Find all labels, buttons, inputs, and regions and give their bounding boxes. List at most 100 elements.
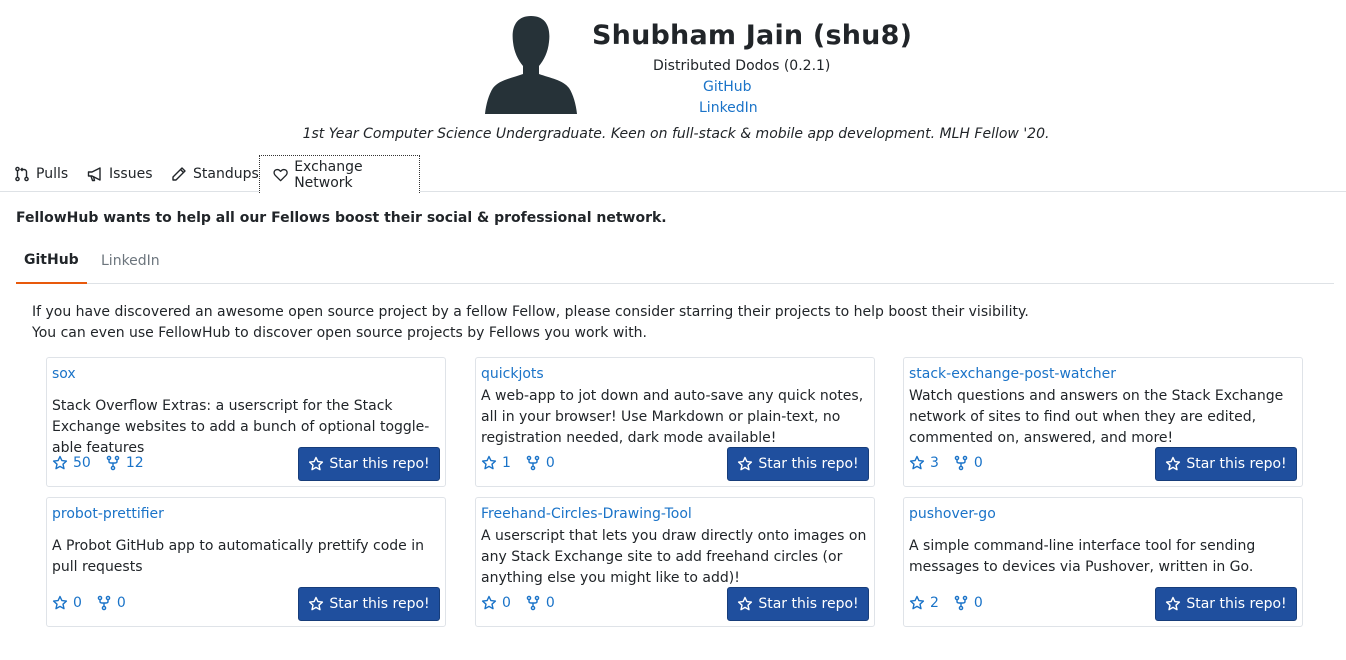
subtab-linkedin[interactable]: LinkedIn — [101, 238, 160, 284]
pencil-icon — [172, 166, 186, 181]
star-count-value: 1 — [502, 455, 511, 471]
repo-description: A web-app to jot down and auto-save any … — [481, 388, 864, 446]
star-repo-button-label: Star this repo! — [758, 456, 859, 472]
repo-stats: 0 0 — [52, 595, 140, 611]
star-repo-button[interactable]: Star this repo! — [298, 447, 440, 481]
repo-stats: 2 0 — [909, 595, 997, 611]
fork-count: 0 — [525, 455, 555, 471]
star-count-value: 2 — [930, 595, 939, 611]
fork-count: 12 — [105, 455, 144, 471]
repo-name-link[interactable]: pushover-go — [909, 506, 996, 522]
linkedin-profile-link[interactable]: LinkedIn — [699, 100, 758, 116]
repo-stats: 50 12 — [52, 455, 158, 471]
fork-count-value: 0 — [973, 455, 983, 471]
star-count: 1 — [481, 455, 511, 471]
star-icon — [909, 455, 925, 470]
fork-count-value: 12 — [125, 455, 144, 471]
megaphone-icon — [87, 166, 101, 181]
star-icon — [738, 456, 753, 471]
fork-count: 0 — [525, 595, 555, 611]
star-icon — [309, 596, 324, 611]
repo-card: stack-exchange-post-watcher Watch questi… — [903, 357, 1303, 487]
star-count: 0 — [481, 595, 511, 611]
fork-icon — [954, 595, 968, 611]
star-count: 0 — [52, 595, 82, 611]
star-count-value: 0 — [73, 595, 82, 611]
tab-standups[interactable]: Standups — [171, 155, 259, 192]
repo-stats: 0 0 — [481, 595, 569, 611]
fork-count: 0 — [953, 455, 983, 471]
fork-icon — [106, 455, 120, 471]
section-description: If you have discovered an awesome open s… — [32, 302, 1029, 344]
team-label: Distributed Dodos (0.2.1) — [653, 58, 831, 74]
star-repo-button-label: Star this repo! — [1186, 456, 1287, 472]
fork-icon — [97, 595, 111, 611]
repo-name-link[interactable]: probot-prettifier — [52, 506, 164, 522]
description-line: If you have discovered an awesome open s… — [32, 304, 1029, 320]
star-repo-button[interactable]: Star this repo! — [1155, 587, 1297, 621]
tab-issues[interactable]: Issues — [87, 155, 153, 192]
star-count: 2 — [909, 595, 939, 611]
avatar — [485, 16, 577, 114]
section-intro: FellowHub wants to help all our Fellows … — [16, 210, 667, 226]
repo-stats: 1 0 — [481, 455, 569, 471]
pull-request-icon — [15, 166, 29, 181]
github-profile-link[interactable]: GitHub — [703, 79, 752, 95]
repo-name-link[interactable]: stack-exchange-post-watcher — [909, 366, 1116, 382]
repo-name-link[interactable]: sox — [52, 366, 76, 382]
network-subtabs: GitHub LinkedIn — [16, 238, 1334, 284]
repo-description: A simple command-line interface tool for… — [909, 538, 1256, 575]
star-repo-button-label: Star this repo! — [1186, 596, 1287, 612]
tab-pulls-label: Pulls — [36, 165, 69, 182]
repo-card: quickjots A web-app to jot down and auto… — [475, 357, 875, 487]
tab-issues-label: Issues — [109, 165, 153, 182]
star-icon — [738, 596, 753, 611]
star-repo-button[interactable]: Star this repo! — [298, 587, 440, 621]
star-icon — [481, 455, 497, 470]
star-repo-button[interactable]: Star this repo! — [727, 587, 869, 621]
repo-description: Watch questions and answers on the Stack… — [909, 388, 1284, 446]
fork-count: 0 — [96, 595, 126, 611]
repo-stats: 3 0 — [909, 455, 997, 471]
star-count-value: 50 — [73, 455, 91, 471]
fork-icon — [526, 455, 540, 471]
fork-count-value: 0 — [545, 595, 555, 611]
heart-icon — [273, 168, 288, 181]
star-icon — [52, 455, 68, 470]
tab-exchange-label: Exchange Network — [294, 158, 363, 191]
fork-count: 0 — [953, 595, 983, 611]
repo-name-link[interactable]: quickjots — [481, 366, 544, 382]
star-count-value: 3 — [930, 455, 939, 471]
profile-bio: 1st Year Computer Science Undergraduate.… — [302, 126, 1050, 142]
subtab-github[interactable]: GitHub — [16, 238, 87, 284]
star-icon — [481, 595, 497, 610]
profile-name: Shubham Jain (shu8) — [592, 20, 913, 51]
star-repo-button-label: Star this repo! — [329, 456, 430, 472]
star-repo-button-label: Star this repo! — [758, 596, 859, 612]
star-repo-button[interactable]: Star this repo! — [1155, 447, 1297, 481]
profile-header: Shubham Jain (shu8) Distributed Dodos (0… — [0, 0, 1346, 150]
star-repo-button-label: Star this repo! — [329, 596, 430, 612]
repo-description: A userscript that lets you draw directly… — [481, 528, 867, 586]
tab-exchange-network[interactable]: Exchange Network — [259, 155, 420, 193]
repo-card: sox Stack Overflow Extras: a userscript … — [46, 357, 446, 487]
star-count: 3 — [909, 455, 939, 471]
repo-card: probot-prettifier A Probot GitHub app to… — [46, 497, 446, 627]
repo-name-link[interactable]: Freehand-Circles-Drawing-Tool — [481, 506, 692, 522]
star-count-value: 0 — [502, 595, 511, 611]
fork-count-value: 0 — [116, 595, 126, 611]
repo-description: A Probot GitHub app to automatically pre… — [52, 538, 425, 575]
tab-pulls[interactable]: Pulls — [14, 155, 68, 192]
description-line: You can even use FellowHub to discover o… — [32, 325, 648, 341]
fork-count-value: 0 — [973, 595, 983, 611]
fork-icon — [526, 595, 540, 611]
tab-standups-label: Standups — [193, 165, 259, 182]
repo-card: Freehand-Circles-Drawing-Tool A userscri… — [475, 497, 875, 627]
main-nav: Pulls Issues Standups Exchange Network — [0, 155, 1346, 193]
fork-count-value: 0 — [545, 455, 555, 471]
repo-card: pushover-go A simple command-line interf… — [903, 497, 1303, 627]
star-repo-button[interactable]: Star this repo! — [727, 447, 869, 481]
star-icon — [909, 595, 925, 610]
star-icon — [1166, 596, 1181, 611]
fork-icon — [954, 455, 968, 471]
